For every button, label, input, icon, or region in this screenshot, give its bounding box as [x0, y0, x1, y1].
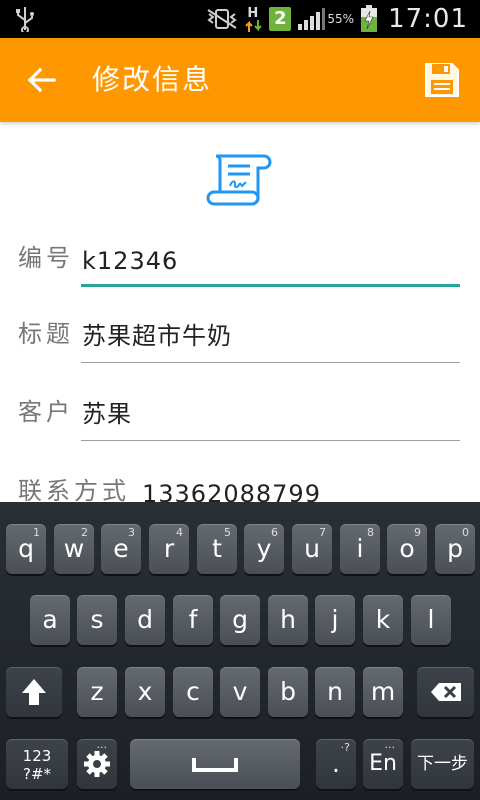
key-label: i — [356, 534, 364, 563]
key-g[interactable]: g — [220, 595, 260, 645]
sim-icon: 2 — [269, 7, 292, 31]
soft-keyboard: 1q 2w 3e 4r 5t 6y 7u 8i 9o 0p a s d f g … — [0, 502, 480, 800]
key-f[interactable]: f — [173, 595, 213, 645]
key-label: d — [137, 605, 153, 634]
key-label: g — [232, 605, 248, 634]
key-label: e — [113, 534, 129, 563]
key-label: u — [304, 534, 320, 563]
app-bar: 修改信息 — [0, 38, 480, 122]
period-key[interactable]: ·? . — [316, 739, 356, 789]
battery-percent: 55% — [327, 12, 355, 26]
key-label: j — [331, 605, 339, 634]
settings-key[interactable]: ··· — [77, 739, 117, 789]
usb-icon — [16, 7, 34, 32]
save-icon[interactable] — [422, 60, 462, 100]
vibrate-mute-icon — [207, 9, 238, 29]
key-label: x — [137, 677, 153, 706]
key-w[interactable]: 2w — [54, 524, 94, 574]
field-number[interactable]: 编号 k12346 — [18, 237, 460, 287]
network-activity-icon: H — [245, 4, 263, 34]
key-label: m — [370, 677, 396, 706]
network-type-label: H — [247, 6, 259, 21]
key-label: 下一步 — [417, 754, 468, 774]
key-label: w — [63, 534, 85, 563]
key-label: t — [212, 534, 222, 563]
battery-charging-icon — [361, 5, 378, 32]
key-label: f — [188, 605, 198, 634]
key-label: k — [375, 605, 391, 634]
number-input[interactable]: k12346 — [82, 247, 178, 275]
key-l[interactable]: l — [411, 595, 451, 645]
key-z[interactable]: z — [77, 667, 117, 717]
key-b[interactable]: b — [268, 667, 308, 717]
key-label: b — [280, 677, 296, 706]
key-label: z — [90, 677, 104, 706]
gear-icon — [84, 751, 110, 777]
key-r[interactable]: 4r — [149, 524, 189, 574]
key-label: v — [232, 677, 248, 706]
key-k[interactable]: k — [363, 595, 403, 645]
customer-input[interactable]: 苏果 — [82, 394, 132, 429]
field-label: 标题 — [18, 320, 74, 348]
key-label: . — [332, 749, 340, 778]
page-title: 修改信息 — [92, 63, 213, 96]
key-p[interactable]: 0p — [435, 524, 475, 574]
space-icon — [192, 758, 238, 772]
backspace-key[interactable] — [417, 667, 474, 717]
field-title[interactable]: 标题 苏果超市牛奶 — [18, 313, 460, 363]
clock: 17:01 — [388, 4, 468, 34]
key-label: c — [186, 677, 200, 706]
key-label: h — [280, 605, 296, 634]
key-label: En — [369, 751, 397, 776]
field-customer[interactable]: 客户 苏果 — [18, 391, 460, 441]
signal-icon — [298, 8, 326, 30]
key-u[interactable]: 7u — [292, 524, 332, 574]
key-e[interactable]: 3e — [101, 524, 141, 574]
key-d[interactable]: d — [125, 595, 165, 645]
key-label: s — [90, 605, 104, 634]
space-key[interactable] — [130, 739, 300, 789]
status-bar: H 2 55% 17:01 — [0, 0, 480, 38]
next-key[interactable]: 下一步 — [411, 739, 474, 789]
symbols-key[interactable]: 123 ?#* — [6, 739, 68, 789]
key-label: 123 ?#* — [22, 747, 52, 783]
key-a[interactable]: a — [30, 595, 70, 645]
key-label: r — [163, 534, 175, 563]
shift-key[interactable] — [6, 667, 62, 717]
input-underline — [81, 440, 460, 441]
key-label: p — [447, 534, 463, 563]
arrow-back-icon[interactable] — [20, 60, 64, 100]
key-t[interactable]: 5t — [197, 524, 237, 574]
key-h[interactable]: h — [268, 595, 308, 645]
key-label: y — [256, 534, 272, 563]
key-label: q — [18, 534, 34, 563]
key-c[interactable]: c — [173, 667, 213, 717]
key-x[interactable]: x — [125, 667, 165, 717]
key-label: a — [42, 605, 58, 634]
field-label: 联系方式 — [18, 477, 130, 505]
key-m[interactable]: m — [363, 667, 403, 717]
title-input[interactable]: 苏果超市牛奶 — [82, 316, 232, 351]
key-q[interactable]: 1q — [6, 524, 46, 574]
language-key[interactable]: ··· En — [363, 739, 403, 789]
key-i[interactable]: 8i — [340, 524, 380, 574]
key-label: l — [427, 605, 435, 634]
input-underline — [81, 362, 460, 363]
field-label: 客户 — [18, 398, 74, 426]
key-j[interactable]: j — [315, 595, 355, 645]
key-y[interactable]: 6y — [244, 524, 284, 574]
key-s[interactable]: s — [77, 595, 117, 645]
shift-icon — [22, 679, 46, 705]
key-o[interactable]: 9o — [387, 524, 427, 574]
backspace-icon — [430, 683, 461, 701]
key-label: o — [399, 534, 415, 563]
key-n[interactable]: n — [315, 667, 355, 717]
key-label: n — [327, 677, 343, 706]
key-v[interactable]: v — [220, 667, 260, 717]
contract-scroll-icon — [206, 154, 272, 206]
input-underline — [81, 284, 460, 287]
field-label: 编号 — [18, 244, 74, 272]
